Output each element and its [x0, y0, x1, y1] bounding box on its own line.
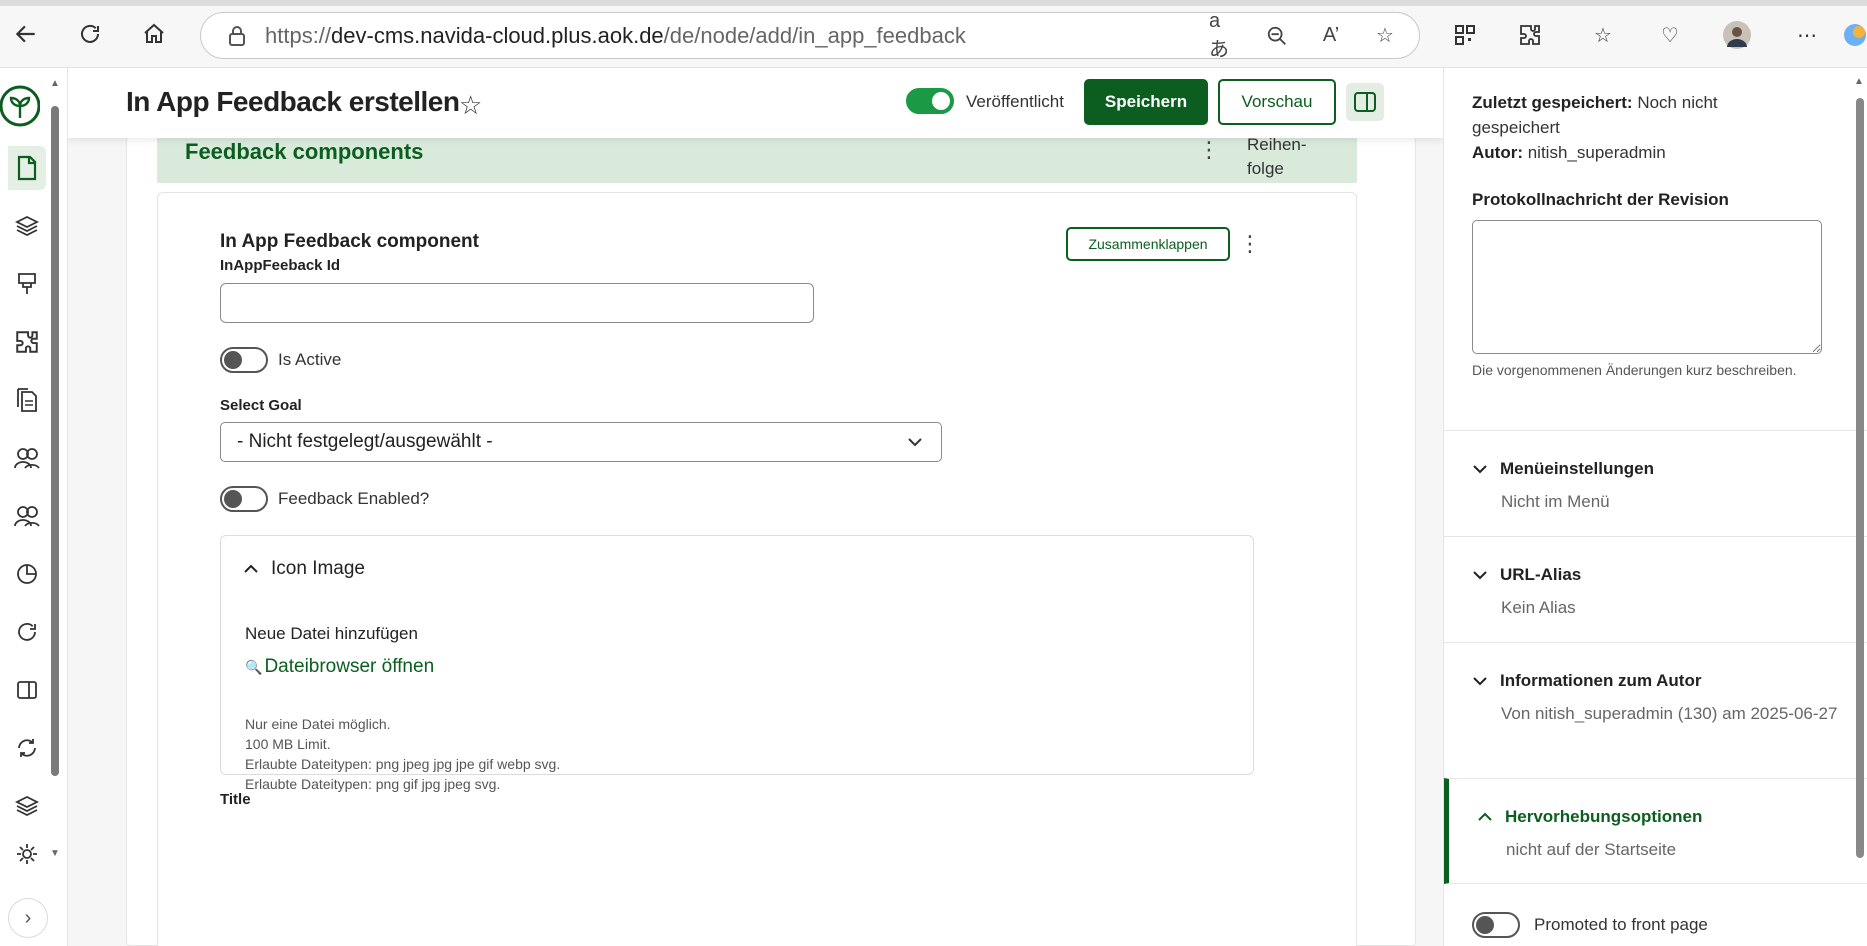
is-active-toggle[interactable] [220, 347, 268, 373]
reports-pie-icon[interactable] [8, 552, 46, 596]
promoted-row: Promoted to front page [1472, 912, 1708, 938]
health-icon[interactable]: ♡ [1655, 20, 1685, 50]
read-aloud-icon[interactable]: A’ [1317, 22, 1345, 50]
star-icon[interactable]: ☆ [459, 90, 482, 121]
main-content-area: In App Feedback erstellen ☆ Veröffentlic… [68, 68, 1443, 946]
tab-strip [0, 0, 1867, 6]
feedback-enabled-label: Feedback Enabled? [278, 489, 430, 508]
promoted-label: Promoted to front page [1534, 915, 1708, 934]
file-browser-icon: 🔍 [245, 658, 263, 675]
published-label: Veröffentlicht [966, 92, 1064, 111]
is-active-label: Is Active [278, 350, 342, 369]
title-label: Title [220, 791, 251, 808]
goal-select[interactable]: - Nicht festgelegt/ausgewählt - [220, 422, 942, 462]
goal-select-value: - Nicht festgelegt/ausgewählt - [237, 431, 493, 452]
refresh-icon[interactable] [8, 610, 46, 654]
page-header: In App Feedback erstellen ☆ Veröffentlic… [68, 68, 1443, 138]
favorites-icon[interactable]: ☆ [1588, 20, 1618, 50]
goal-label: Select Goal [220, 397, 302, 414]
menu-settings-section[interactable]: Menüeinstellungen Nicht im Menü [1444, 430, 1867, 536]
translate-icon[interactable]: aあ [1209, 10, 1237, 61]
more-menu-icon[interactable]: ⋯ [1792, 20, 1822, 50]
copilot-icon[interactable] [1840, 20, 1867, 50]
lock-icon[interactable] [227, 25, 247, 47]
kebab-menu-icon[interactable]: ⋮ [1198, 135, 1220, 165]
users-icon[interactable] [8, 436, 46, 480]
admin-toolbar: ▲ ▼ › [0, 68, 68, 946]
component-title: In App Feedback component [220, 231, 479, 252]
url-text: https://dev-cms.navida-cloud.plus.aok.de… [265, 22, 966, 48]
file-browser-link[interactable]: 🔍 Dateibrowser öffnen [245, 656, 434, 678]
component-card: In App Feedback component Zusammenklappe… [157, 192, 1357, 946]
browser-toolbar: https://dev-cms.navida-cloud.plus.aok.de… [0, 0, 1867, 68]
icon-image-fieldset: Icon Image Neue Datei hinzufügen 🔍 Datei… [220, 535, 1254, 792]
chevron-down-icon [1473, 571, 1487, 580]
revision-label: Protokollnachricht der Revision [1472, 190, 1729, 209]
documents-icon[interactable] [8, 378, 46, 422]
sidebar-scrollbar[interactable]: ▲ ▼ [50, 78, 60, 859]
home-icon[interactable] [138, 18, 170, 50]
save-button[interactable]: Speichern [1084, 79, 1208, 125]
revision-textarea[interactable] [1472, 220, 1822, 354]
toggle-sidebar-button[interactable] [1346, 83, 1384, 121]
revision-help: Die vorgenommenen Änderungen kurz beschr… [1472, 362, 1797, 378]
qr-code-icon[interactable] [1450, 20, 1480, 50]
add-file-label: Neue Datei hinzufügen [245, 624, 418, 643]
extensions-icon[interactable] [1515, 20, 1545, 50]
node-form: Feedback components ⋮ Reihen-folge In Ap… [126, 123, 1416, 946]
back-icon[interactable] [10, 18, 42, 50]
feedback-enabled-toggle[interactable] [220, 486, 268, 512]
promotion-options-section[interactable]: Hervorhebungsoptionen nicht auf der Star… [1444, 778, 1867, 884]
url-alias-section[interactable]: URL-Alias Kein Alias [1444, 536, 1867, 642]
feedback-enabled-row: Feedback Enabled? [220, 486, 429, 512]
author-info-section[interactable]: Informationen zum Autor Von nitish_super… [1444, 642, 1867, 778]
content-icon[interactable] [8, 146, 46, 190]
puzzle-icon[interactable] [8, 320, 46, 364]
component-kebab-icon[interactable]: ⋮ [1239, 227, 1261, 261]
stack-icon[interactable] [8, 784, 46, 828]
collapse-button[interactable]: Zusammenklappen [1066, 227, 1230, 261]
id-input[interactable] [220, 283, 814, 323]
reload-icon[interactable] [74, 18, 106, 50]
sidebar-scrollbar-right[interactable]: ▲ [1854, 68, 1866, 946]
save-meta: Zuletzt gespeichert: Noch nicht gespeich… [1472, 93, 1718, 162]
preview-button[interactable]: Vorschau [1218, 79, 1336, 125]
feedback-components-title: Feedback components [185, 139, 424, 164]
groups-icon[interactable] [8, 494, 46, 538]
layout-icon[interactable] [8, 668, 46, 712]
chevron-down-icon [1473, 465, 1487, 474]
brush-icon[interactable] [8, 262, 46, 306]
chevron-up-icon [1478, 812, 1492, 821]
promoted-toggle[interactable] [1472, 912, 1520, 938]
zoom-out-icon[interactable] [1263, 22, 1291, 50]
id-label: InAppFeeback Id [220, 257, 341, 274]
layers-icon[interactable] [8, 204, 46, 248]
published-toggle[interactable] [906, 88, 954, 114]
profile-avatar[interactable] [1722, 20, 1752, 50]
file-help-text: Nur eine Datei möglich. 100 MB Limit. Er… [245, 716, 561, 792]
favorite-star-icon[interactable]: ☆ [1371, 22, 1399, 50]
settings-gear-icon[interactable] [8, 840, 46, 868]
address-bar[interactable]: https://dev-cms.navida-cloud.plus.aok.de… [200, 10, 1420, 61]
aok-logo-icon[interactable] [0, 84, 41, 128]
is-active-row: Is Active [220, 347, 341, 373]
chevron-down-icon [907, 435, 923, 453]
icon-image-toggle[interactable]: Icon Image [243, 558, 365, 580]
expand-sidebar-button[interactable]: › [8, 898, 48, 938]
sync-icon[interactable] [8, 726, 46, 770]
chevron-down-icon [1473, 677, 1487, 686]
chevron-up-icon [244, 564, 258, 573]
meta-sidebar: Zuletzt gespeichert: Noch nicht gespeich… [1443, 68, 1867, 946]
page-title: In App Feedback erstellen [126, 86, 460, 117]
order-toggle-link[interactable]: Reihen-folge [1247, 133, 1307, 181]
